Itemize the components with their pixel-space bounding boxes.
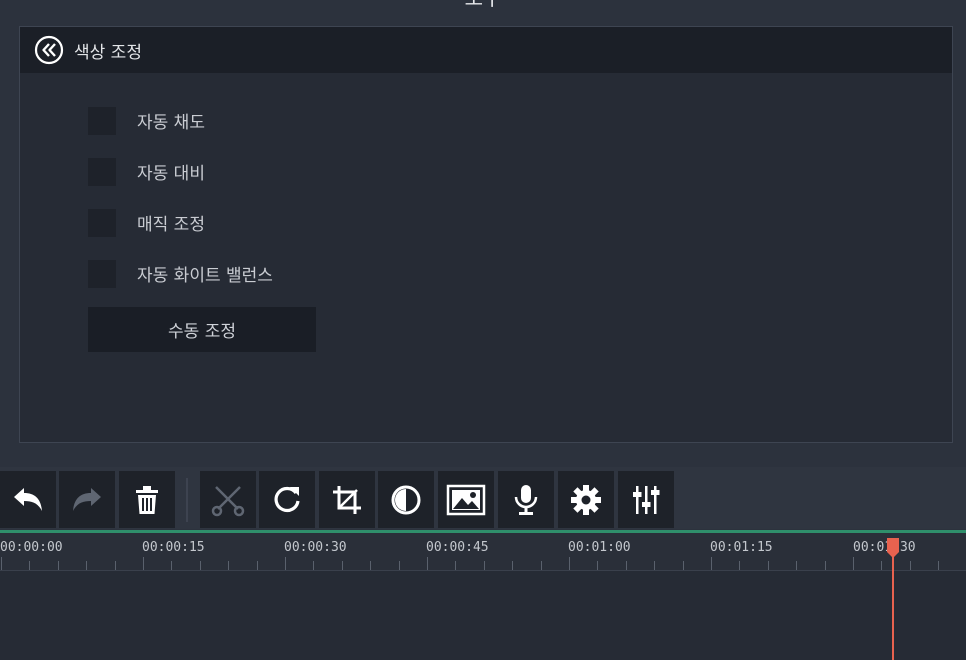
color-adjust-icon: [391, 485, 421, 514]
ruler-major-tick: [1, 557, 2, 570]
magic-enhance-checkbox[interactable]: [88, 208, 116, 237]
page-title: 도구: [0, 0, 966, 10]
ruler-minor-tick: [86, 561, 87, 570]
ruler-minor-tick: [257, 561, 258, 570]
ruler-minor-tick: [683, 561, 684, 570]
ruler-minor-tick: [200, 561, 201, 570]
ruler-minor-tick: [541, 561, 542, 570]
ruler-minor-tick: [768, 561, 769, 570]
redo-icon: [73, 487, 101, 511]
ruler-minor-tick: [484, 561, 485, 570]
ruler-minor-tick: [58, 561, 59, 570]
color-adjust-button[interactable]: [378, 471, 434, 528]
ruler-minor-tick: [597, 561, 598, 570]
ruler-minor-tick: [370, 561, 371, 570]
options-list: 자동 채도 자동 대비 매직 조정 자동 화이트 밸런스: [88, 95, 273, 299]
gear-icon: [571, 484, 601, 515]
color-adjust-panel: 색상 조정 자동 채도 자동 대비 매직 조정 자동 화이트 밸런스 수동 조정: [19, 26, 953, 443]
option-label: 자동 채도: [137, 113, 205, 133]
auto-saturation-checkbox[interactable]: [88, 106, 116, 135]
option-auto-white-balance[interactable]: 자동 화이트 밸런스: [88, 248, 273, 299]
manual-adjust-button[interactable]: 수동 조정: [88, 307, 316, 352]
option-magic-enhance[interactable]: 매직 조정: [88, 197, 273, 248]
option-auto-contrast[interactable]: 자동 대비: [88, 146, 273, 197]
ruler-major-tick: [143, 557, 144, 570]
ruler-minor-tick: [228, 561, 229, 570]
rotate-icon: [274, 486, 300, 512]
timecode-label: 00:00:00: [0, 540, 63, 555]
ruler-minor-tick: [739, 561, 740, 570]
ruler-minor-tick: [825, 561, 826, 570]
timecode-label: 00:01:15: [710, 540, 773, 555]
auto-contrast-checkbox[interactable]: [88, 157, 116, 186]
option-auto-saturation[interactable]: 자동 채도: [88, 95, 273, 146]
timecode-label: 00:00:45: [426, 540, 489, 555]
redo-button[interactable]: [59, 471, 115, 528]
scissors-icon: [211, 485, 245, 516]
ruler-minor-tick: [626, 561, 627, 570]
ruler-major-tick: [285, 557, 286, 570]
double-chevron-left-icon: [34, 35, 64, 65]
ruler-major-tick: [853, 557, 854, 570]
ruler-minor-tick: [938, 561, 939, 570]
ruler-minor-tick: [654, 561, 655, 570]
ruler-minor-tick: [455, 561, 456, 570]
toolbar-divider: [186, 478, 188, 522]
ruler-minor-tick: [512, 561, 513, 570]
panel-header: 색상 조정: [20, 27, 952, 73]
timeline-track-area[interactable]: [0, 571, 966, 660]
ruler-minor-tick: [171, 561, 172, 570]
cut-button[interactable]: [200, 471, 256, 528]
equalizer-button[interactable]: [618, 471, 674, 528]
timecode-label: 00:00:30: [284, 540, 347, 555]
back-button[interactable]: [34, 35, 64, 65]
timecode-label: 00:00:15: [142, 540, 205, 555]
image-icon: [446, 484, 486, 515]
undo-icon: [14, 487, 42, 511]
equalizer-icon: [633, 485, 660, 514]
auto-white-balance-checkbox[interactable]: [88, 259, 116, 288]
ruler-minor-tick: [313, 561, 314, 570]
microphone-icon: [514, 484, 538, 515]
option-label: 자동 화이트 밸런스: [137, 266, 273, 286]
crop-button[interactable]: [319, 471, 375, 528]
ruler-minor-tick: [399, 561, 400, 570]
ruler-major-tick: [711, 557, 712, 570]
option-label: 매직 조정: [137, 215, 205, 235]
crop-icon: [333, 485, 361, 514]
undo-button[interactable]: [0, 471, 56, 528]
panel-title: 색상 조정: [74, 42, 142, 63]
ruler-major-tick: [427, 557, 428, 570]
rotate-button[interactable]: [259, 471, 315, 528]
trash-icon: [136, 485, 158, 514]
option-label: 자동 대비: [137, 164, 205, 184]
ruler-minor-tick: [115, 561, 116, 570]
ruler-major-tick: [569, 557, 570, 570]
ruler-minor-tick: [342, 561, 343, 570]
timecode-label: 00:01:30: [853, 540, 916, 555]
ruler-minor-tick: [910, 561, 911, 570]
settings-button[interactable]: [558, 471, 614, 528]
audio-record-button[interactable]: [498, 471, 554, 528]
delete-button[interactable]: [119, 471, 175, 528]
ruler-minor-tick: [881, 561, 882, 570]
ruler-minor-tick: [796, 561, 797, 570]
image-button[interactable]: [438, 471, 494, 528]
timecode-label: 00:01:00: [568, 540, 631, 555]
ruler-minor-tick: [29, 561, 30, 570]
